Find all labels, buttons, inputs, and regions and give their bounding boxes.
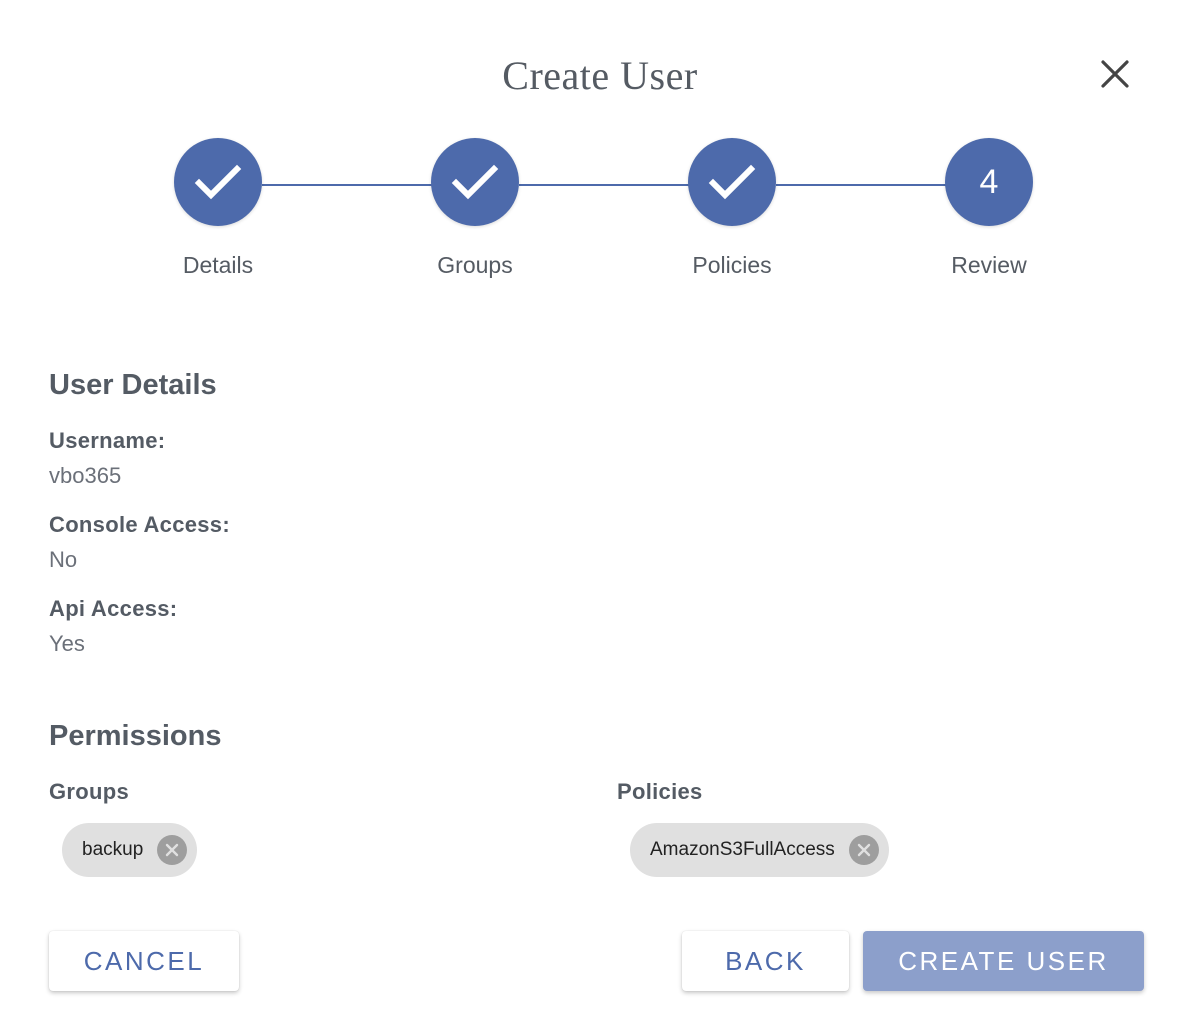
step-details-circle — [174, 138, 262, 226]
close-icon — [857, 843, 870, 857]
remove-policy-button[interactable] — [848, 835, 879, 865]
step-label-details: Details — [182, 252, 254, 278]
api-access-label: Api Access: — [49, 596, 178, 621]
console-access-label: Console Access: — [49, 512, 230, 537]
groups-label: Groups — [49, 779, 130, 804]
step-connector — [776, 184, 946, 186]
create-user-dialog: Create User 4 Details Groups Policies Re… — [0, 0, 1200, 1033]
policy-chip-label: AmazonS3FullAccess — [650, 839, 835, 860]
step-label-review: Review — [951, 252, 1027, 278]
username-value: vbo365 — [49, 463, 122, 488]
stepper: 4 Details Groups Policies Review — [0, 0, 1200, 300]
user-details-heading: User Details — [49, 369, 217, 401]
group-chip-label: backup — [82, 839, 144, 860]
step-label-policies: Policies — [692, 252, 772, 278]
step-groups-circle — [431, 138, 519, 226]
cancel-button[interactable]: CANCEL — [49, 931, 239, 991]
back-button[interactable]: BACK — [682, 931, 849, 991]
step-label-groups: Groups — [437, 252, 513, 278]
policy-chip: AmazonS3FullAccess — [630, 823, 889, 877]
policies-label: Policies — [617, 779, 703, 804]
username-label: Username: — [49, 428, 166, 453]
check-icon — [708, 164, 756, 200]
group-chip: backup — [62, 823, 198, 877]
api-access-value: Yes — [49, 631, 85, 656]
step-number: 4 — [979, 162, 999, 201]
create-user-button[interactable]: CREATE USER — [863, 931, 1144, 991]
step-connector — [519, 184, 689, 186]
step-review-circle: 4 — [945, 138, 1033, 226]
step-policies-circle — [688, 138, 776, 226]
check-icon — [451, 164, 499, 200]
console-access-value: No — [49, 547, 78, 572]
remove-group-button[interactable] — [157, 835, 188, 865]
permissions-heading: Permissions — [49, 720, 222, 752]
close-icon — [166, 843, 179, 857]
step-connector — [262, 184, 432, 186]
check-icon — [194, 164, 242, 200]
